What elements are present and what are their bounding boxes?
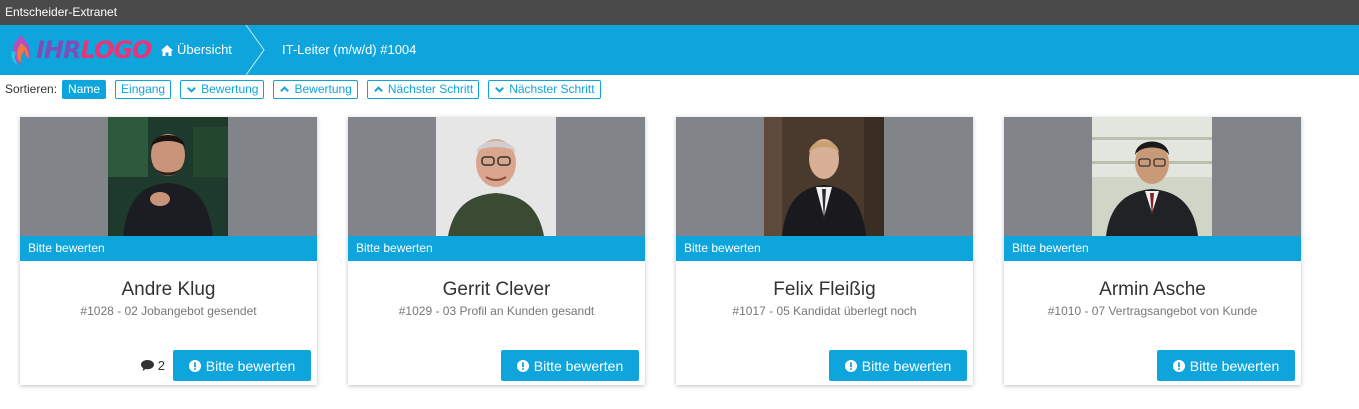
window-titlebar: Entscheider-Extranet	[0, 0, 1359, 25]
logo-text: IHRLOGO	[36, 36, 152, 64]
candidate-name: Andre Klug	[121, 279, 216, 300]
candidate-photo	[764, 117, 884, 236]
exclamation-circle-icon	[1172, 359, 1185, 372]
candidate-photo-area	[1004, 117, 1301, 236]
sort-by-name-button[interactable]: Name	[62, 79, 107, 99]
candidate-status: #1010 - 07 Vertragsangebot von Kunde	[1047, 304, 1258, 318]
rate-candidate-button[interactable]: Bitte bewerten	[173, 350, 311, 381]
breadcrumb-separator-icon	[245, 25, 265, 75]
exclamation-circle-icon	[844, 359, 857, 372]
candidate-name: Armin Asche	[1099, 279, 1206, 300]
chevron-up-icon	[280, 85, 290, 92]
window-title: Entscheider-Extranet	[5, 5, 118, 19]
candidate-card[interactable]: Bitte bewerten Gerrit Clever #1029 - 03 …	[348, 117, 645, 385]
top-navbar: IHRLOGO Übersicht IT-Leiter (m/w/d) #100…	[0, 25, 1359, 75]
sort-by-next-step-asc-button[interactable]: Nächster Schritt	[366, 79, 480, 99]
candidate-name: Felix Fleißig	[773, 279, 876, 300]
candidate-photo	[108, 117, 228, 236]
rate-candidate-button[interactable]: Bitte bewerten	[501, 350, 639, 381]
candidate-photo-area	[676, 117, 973, 236]
flame-logo-icon	[11, 35, 30, 65]
candidate-photo-area	[348, 117, 645, 236]
sort-by-next-step-desc-button[interactable]: Nächster Schritt	[488, 79, 601, 99]
candidate-card[interactable]: Bitte bewerten Felix Fleißig #1017 - 05 …	[676, 117, 973, 385]
chevron-down-icon	[187, 86, 196, 93]
sort-toolbar: Sortieren: Name Eingang Bewertung Bewert…	[0, 75, 1359, 103]
sort-by-rating-desc-button[interactable]: Bewertung	[180, 79, 265, 99]
card-status-banner: Bitte bewerten	[348, 236, 645, 261]
home-icon	[161, 44, 173, 56]
breadcrumb-home-label: Übersicht	[177, 42, 232, 57]
candidate-photo-area	[20, 117, 317, 236]
rate-candidate-button[interactable]: Bitte bewerten	[1157, 350, 1295, 381]
breadcrumb-home[interactable]: Übersicht	[161, 25, 232, 75]
card-status-banner: Bitte bewerten	[1004, 236, 1301, 261]
candidate-card[interactable]: Bitte bewerten Armin Asche #1010 - 07 Ve…	[1004, 117, 1301, 385]
candidate-photo	[436, 117, 556, 236]
candidate-status: #1017 - 05 Kandidat überlegt noch	[732, 304, 917, 318]
breadcrumb-current: IT-Leiter (m/w/d) #1004	[282, 42, 417, 57]
candidate-photo	[1092, 117, 1212, 236]
candidate-card[interactable]: Bitte bewerten Andre Klug #1028 - 02 Job…	[20, 117, 317, 385]
brand-logo[interactable]: IHRLOGO	[8, 32, 152, 68]
chevron-up-icon	[373, 85, 383, 92]
card-status-banner: Bitte bewerten	[676, 236, 973, 261]
candidate-name: Gerrit Clever	[442, 279, 551, 300]
comment-count-value: 2	[157, 358, 165, 373]
sort-by-rating-asc-button[interactable]: Bewertung	[273, 79, 358, 99]
candidate-status: #1029 - 03 Profil an Kunden gesandt	[398, 304, 595, 318]
comment-icon	[140, 360, 154, 371]
card-status-banner: Bitte bewerten	[20, 236, 317, 261]
chevron-down-icon	[495, 86, 505, 93]
sort-label: Sortieren:	[5, 82, 58, 96]
exclamation-circle-icon	[188, 359, 201, 372]
exclamation-circle-icon	[516, 359, 529, 372]
sort-by-received-button[interactable]: Eingang	[115, 79, 172, 99]
comment-count[interactable]: 2	[140, 358, 165, 373]
candidate-status: #1028 - 02 Jobangebot gesendet	[80, 304, 257, 318]
rate-candidate-button[interactable]: Bitte bewerten	[829, 350, 967, 381]
